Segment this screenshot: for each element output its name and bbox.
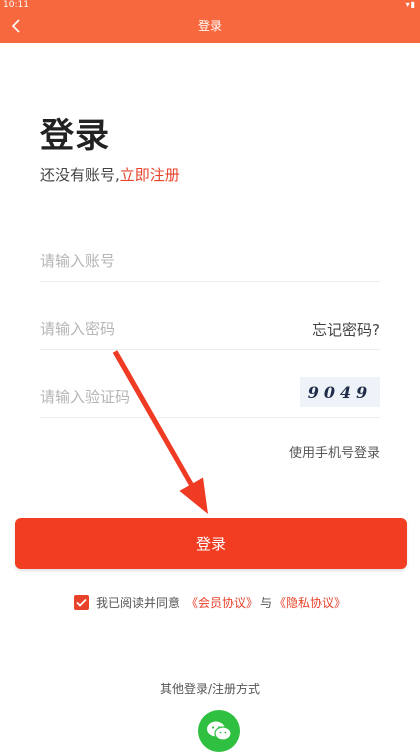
phone-login-link[interactable]: 使用手机号登录: [289, 442, 380, 461]
agreement-conjunction: 与: [260, 595, 273, 610]
password-field-row: 忘记密码?: [40, 309, 380, 350]
wechat-login-button[interactable]: [198, 710, 240, 752]
captcha-input[interactable]: [40, 377, 260, 417]
battery-icon: ▮: [410, 0, 416, 9]
login-heading: 登录: [40, 116, 110, 156]
register-link[interactable]: 立即注册: [120, 166, 180, 184]
captcha-field-row: 9049: [40, 377, 380, 418]
status-icons: ▾▮: [406, 0, 416, 10]
account-field-row: [40, 241, 380, 282]
captcha-image[interactable]: 9049: [300, 377, 380, 407]
account-input[interactable]: [40, 241, 290, 281]
member-agreement-link[interactable]: 《会员协议》: [186, 594, 258, 611]
checkmark-icon: [76, 598, 87, 607]
status-bar: 10:11 ▾▮: [0, 0, 420, 10]
agreement-prefix: 我已阅读并同意: [95, 595, 180, 610]
register-prompt: 还没有账号,立即注册: [40, 164, 180, 185]
no-account-text: 还没有账号,: [40, 166, 120, 184]
login-button[interactable]: 登录: [15, 518, 407, 569]
other-login-label: 其他登录/注册方式: [159, 682, 261, 696]
agreement-row: 我已阅读并同意 《会员协议》 与 《隐私协议》: [0, 593, 420, 611]
privacy-agreement-link[interactable]: 《隐私协议》: [274, 594, 346, 611]
password-input[interactable]: [40, 309, 290, 349]
forgot-password-link[interactable]: 忘记密码?: [312, 319, 380, 340]
page-title: 登录: [197, 19, 222, 33]
wechat-icon: [207, 721, 232, 741]
title-bar: 登录: [0, 10, 420, 43]
status-time: 10:11: [3, 0, 29, 10]
agreement-checkbox[interactable]: [73, 594, 89, 610]
